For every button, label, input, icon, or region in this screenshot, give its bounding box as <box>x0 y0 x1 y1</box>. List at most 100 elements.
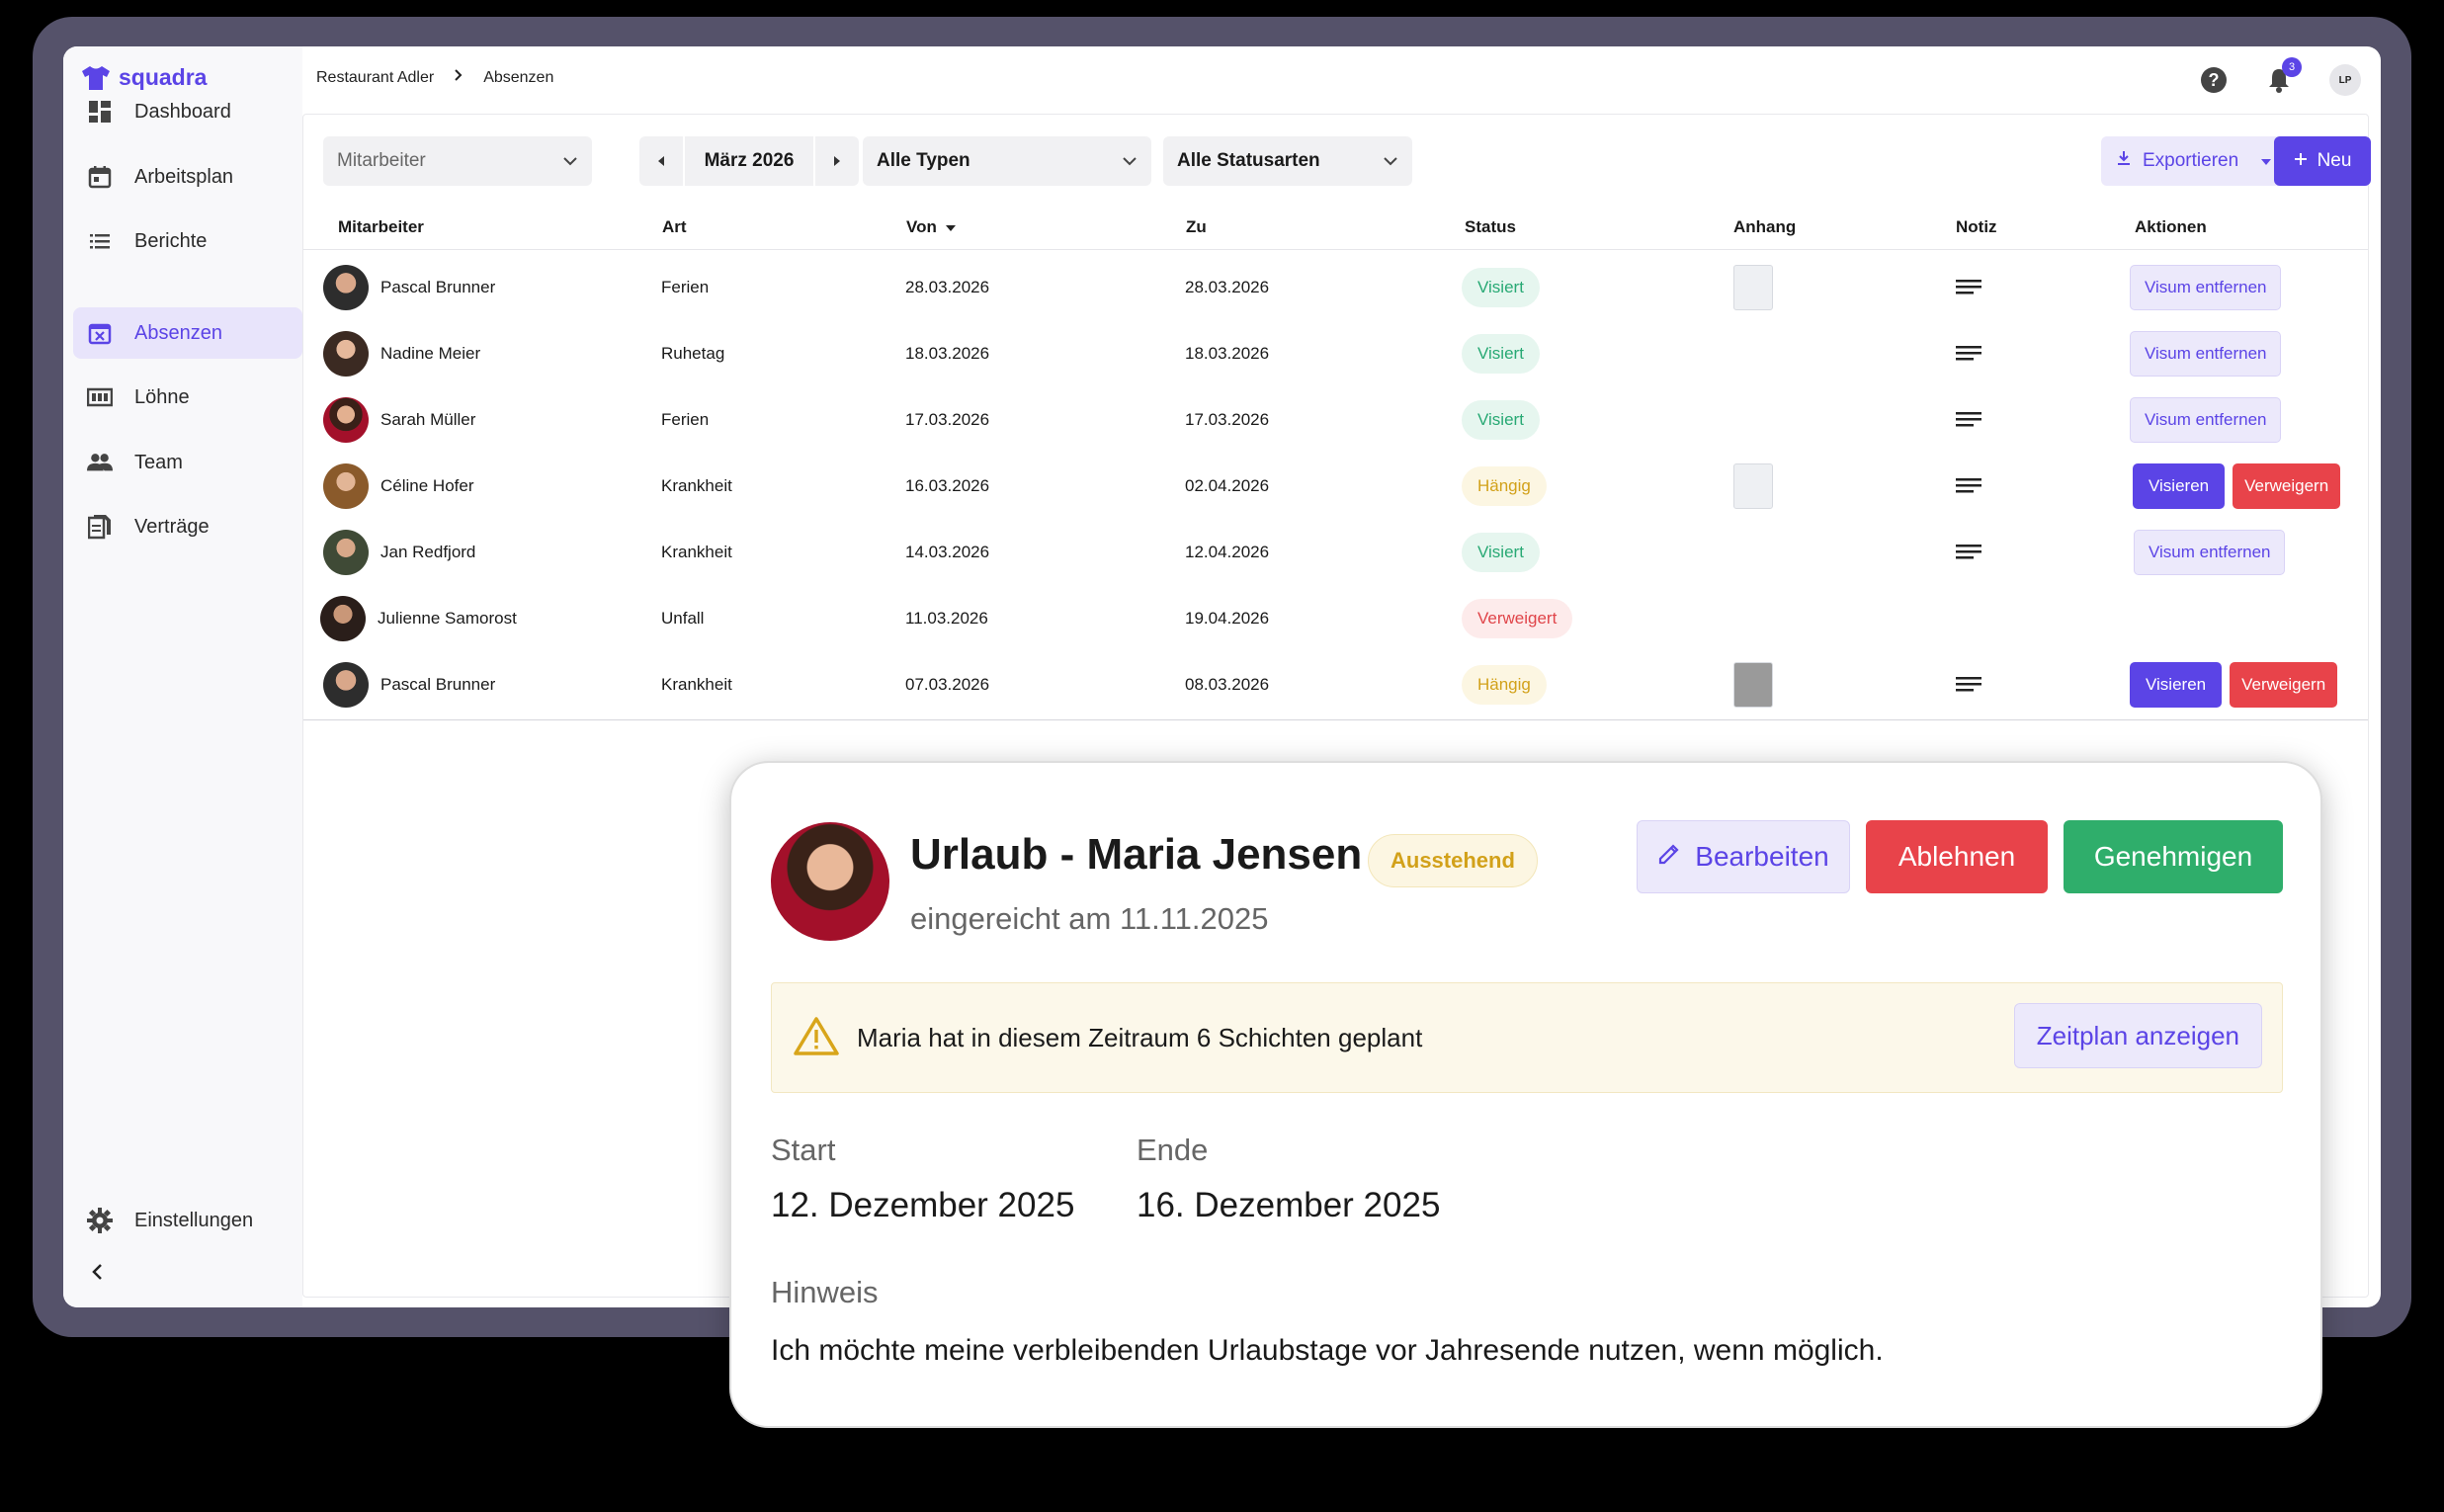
notification-button[interactable]: 3 <box>2264 57 2302 95</box>
sidebar-item-dashboard[interactable]: Dashboard <box>73 86 302 137</box>
employee-cell: Pascal Brunner <box>323 651 495 717</box>
note-icon[interactable] <box>1956 453 1981 519</box>
table-row[interactable]: Julienne Samorost Unfall 11.03.2026 19.0… <box>303 585 2368 651</box>
gear-icon <box>87 1208 113 1233</box>
remove-visa-button[interactable]: Visum entfernen <box>2130 264 2282 310</box>
note-icon[interactable] <box>1956 254 1981 320</box>
collapse-sidebar-icon[interactable] <box>91 1262 105 1287</box>
sidebar-item-berichte[interactable]: Berichte <box>73 215 302 267</box>
status-filter[interactable]: Alle Statusarten <box>1163 136 1412 186</box>
approve-button[interactable]: Visieren <box>2130 661 2223 708</box>
employee-filter[interactable]: Mitarbeiter <box>323 136 592 186</box>
sidebar-item-arbeitsplan[interactable]: Arbeitsplan <box>73 151 302 203</box>
shift-conflict-warning: Maria hat in diesem Zeitraum 6 Schichten… <box>771 982 2283 1093</box>
month-navigator: März 2026 <box>639 136 859 186</box>
avatar <box>323 330 369 377</box>
note-icon[interactable] <box>1956 386 1981 453</box>
status-badge: Hängig <box>1462 664 1547 705</box>
employee-name: Pascal Brunner <box>380 277 496 296</box>
type-filter-value: Alle Typen <box>877 150 970 171</box>
employee-name: Nadine Meier <box>380 343 481 363</box>
avatar <box>323 529 369 575</box>
attachment-thumbnail[interactable] <box>1733 264 1773 310</box>
table-row[interactable]: Nadine Meier Ruhetag 18.03.2026 18.03.20… <box>303 320 2368 386</box>
table-row[interactable]: Pascal Brunner Ferien 28.03.2026 28.03.2… <box>303 254 2368 320</box>
approve-button[interactable]: Visieren <box>2133 462 2226 509</box>
approve-request-button[interactable]: Genehmigen <box>2064 820 2283 893</box>
chevron-right-icon <box>454 68 464 87</box>
note-icon[interactable] <box>1956 320 1981 386</box>
status-badge: Visiert <box>1462 333 1540 374</box>
employee-name: Céline Hofer <box>380 475 474 495</box>
breadcrumb: Restaurant Adler Absenzen <box>316 68 553 87</box>
column-header-status[interactable]: Status <box>1465 217 1516 237</box>
caret-left-icon <box>658 156 664 166</box>
list-icon <box>87 228 113 254</box>
type-filter[interactable]: Alle Typen <box>863 136 1151 186</box>
end-label: Ende <box>1137 1133 1209 1167</box>
show-schedule-button[interactable]: Zeitplan anzeigen <box>2013 1003 2262 1068</box>
note-text: Ich möchte meine verbleibenden Urlaubsta… <box>771 1334 1884 1367</box>
topbar-actions: ? 3 LP <box>2199 57 2361 96</box>
sidebar-item-label: Team <box>134 451 183 473</box>
sidebar-item-absenzen[interactable]: Absenzen <box>73 307 302 359</box>
employee-filter-value: Mitarbeiter <box>337 150 426 171</box>
status-badge: Visiert <box>1462 532 1540 572</box>
column-header-actions: Aktionen <box>2135 217 2207 236</box>
sidebar-item-einstellungen[interactable]: Einstellungen <box>73 1195 302 1246</box>
column-header-employee[interactable]: Mitarbeiter <box>338 217 424 237</box>
to-cell: 12.04.2026 <box>1185 542 1270 561</box>
column-header-from-label: Von <box>906 217 937 236</box>
new-absence-button[interactable]: Neu <box>2274 136 2371 186</box>
column-header-type[interactable]: Art <box>662 217 687 237</box>
type-cell: Ferien <box>661 409 710 429</box>
absence-detail-card: Urlaub - Maria Jensen Ausstehend eingere… <box>729 761 2322 1428</box>
team-icon <box>87 450 113 475</box>
user-avatar[interactable]: LP <box>2329 64 2361 96</box>
table-row[interactable]: Jan Redfjord Krankheit 14.03.2026 12.04.… <box>303 519 2368 585</box>
sidebar-item-label: Löhne <box>134 385 190 408</box>
type-cell: Krankheit <box>661 475 732 495</box>
status-badge: Verweigert <box>1462 598 1573 638</box>
reject-request-button[interactable]: Ablehnen <box>1866 820 2048 893</box>
remove-visa-button[interactable]: Visum entfernen <box>2130 330 2282 377</box>
employee-cell: Nadine Meier <box>323 320 480 386</box>
table-row[interactable]: Sarah Müller Ferien 17.03.2026 17.03.202… <box>303 386 2368 453</box>
end-value: 16. Dezember 2025 <box>1137 1186 1441 1224</box>
prev-month-button[interactable] <box>639 136 683 186</box>
sidebar-item-vertraege[interactable]: Verträge <box>73 501 302 552</box>
breadcrumb-parent[interactable]: Restaurant Adler <box>316 69 434 87</box>
to-cell: 02.04.2026 <box>1185 475 1270 495</box>
sort-desc-icon <box>945 217 957 237</box>
caret-down-icon[interactable] <box>2260 150 2272 172</box>
reject-button[interactable]: Verweigern <box>2233 462 2341 509</box>
sidebar-item-team[interactable]: Team <box>73 437 302 488</box>
employee-name: Pascal Brunner <box>380 674 496 694</box>
sidebar-item-loehne[interactable]: Löhne <box>73 372 302 423</box>
column-header-from[interactable]: Von <box>906 217 957 237</box>
help-icon[interactable]: ? <box>2199 65 2229 95</box>
note-icon[interactable] <box>1956 651 1981 717</box>
edit-button[interactable]: Bearbeiten <box>1637 820 1850 893</box>
status-badge: Visiert <box>1462 267 1540 307</box>
remove-visa-button[interactable]: Visum entfernen <box>2130 396 2282 443</box>
edit-label: Bearbeiten <box>1695 841 1829 872</box>
table-row[interactable]: Céline Hofer Krankheit 16.03.2026 02.04.… <box>303 453 2368 519</box>
remove-visa-button[interactable]: Visum entfernen <box>2134 529 2286 575</box>
caret-right-icon <box>834 156 840 166</box>
header-divider <box>303 249 2368 250</box>
attachment-thumbnail[interactable] <box>1733 661 1773 708</box>
table-row[interactable]: Pascal Brunner Krankheit 07.03.2026 08.0… <box>303 651 2368 717</box>
note-icon[interactable] <box>1956 519 1981 585</box>
chevron-down-icon <box>1122 150 1138 172</box>
avatar <box>323 264 369 310</box>
export-button[interactable]: Exportieren <box>2101 136 2294 186</box>
to-cell: 08.03.2026 <box>1185 674 1270 694</box>
reject-button[interactable]: Verweigern <box>2230 661 2338 708</box>
attachment-thumbnail[interactable] <box>1733 462 1773 509</box>
avatar <box>771 822 889 941</box>
new-label: Neu <box>2317 150 2352 171</box>
table-bottom-divider <box>303 719 2368 720</box>
next-month-button[interactable] <box>815 136 859 186</box>
column-header-to[interactable]: Zu <box>1186 217 1207 237</box>
